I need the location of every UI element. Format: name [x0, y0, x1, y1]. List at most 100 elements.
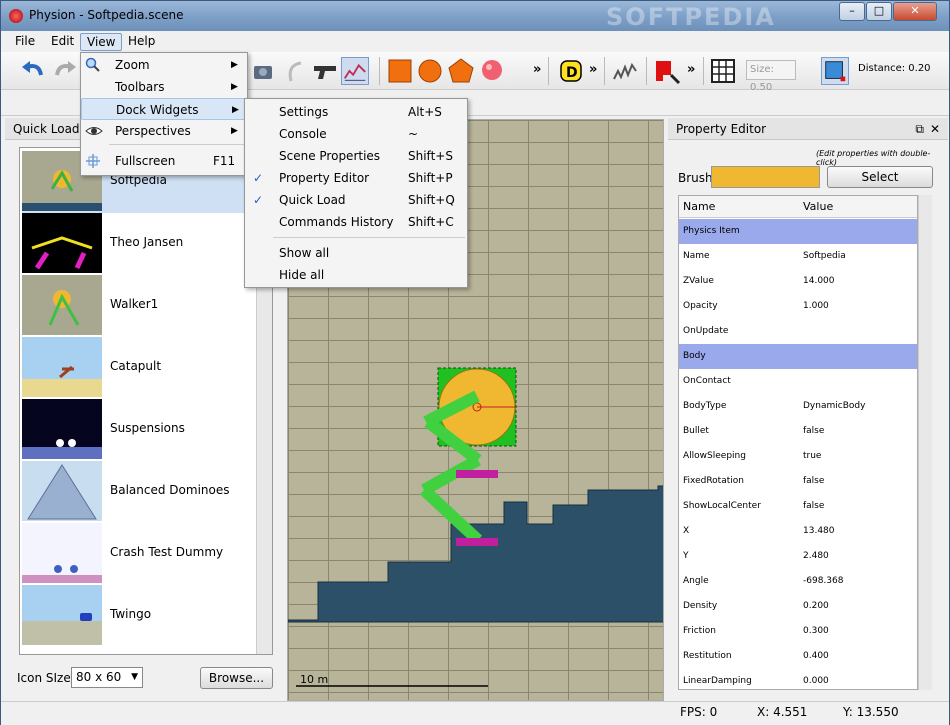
- property-row[interactable]: OnUpdate: [679, 319, 917, 344]
- property-row[interactable]: Opacity 1.000: [679, 294, 917, 319]
- minimize-button[interactable]: –: [839, 2, 865, 21]
- dock-menu-settings[interactable]: Settings Alt+S: [245, 101, 467, 123]
- rectangle-icon[interactable]: [386, 57, 414, 85]
- property-row[interactable]: Density 0.200: [679, 594, 917, 619]
- property-name: Name: [683, 251, 710, 261]
- icon-size-select[interactable]: 80 x 60 ▼: [71, 667, 143, 688]
- menu-help[interactable]: Help: [122, 33, 161, 49]
- property-row[interactable]: LinearDamping 0.000: [679, 669, 917, 689]
- property-row[interactable]: Angle -698.368: [679, 569, 917, 594]
- brush-swatch[interactable]: [711, 166, 820, 188]
- menu-file[interactable]: File: [9, 33, 41, 49]
- property-row[interactable]: OnContact: [679, 369, 917, 394]
- grid-icon[interactable]: [709, 57, 737, 85]
- list-item[interactable]: Twingo: [22, 585, 262, 647]
- dock-menu-commands-history[interactable]: Commands History Shift+C: [245, 211, 467, 233]
- spring-icon[interactable]: [611, 57, 639, 85]
- property-name: OnContact: [683, 376, 731, 386]
- close-icon[interactable]: ✕: [930, 118, 940, 140]
- browse-button[interactable]: Browse...: [200, 667, 273, 689]
- list-item[interactable]: Crash Test Dummy: [22, 523, 262, 585]
- column-name-header: Name: [683, 200, 716, 213]
- property-row[interactable]: BodyType DynamicBody: [679, 394, 917, 419]
- dock-menu-hide-all[interactable]: Hide all: [245, 264, 467, 286]
- edit-hint: (Edit properties with double-click): [816, 149, 931, 167]
- view-menu-toolbars[interactable]: Toolbars ▶: [81, 76, 247, 98]
- polygon-icon[interactable]: [447, 57, 475, 85]
- magnifier-icon: [85, 57, 100, 72]
- view-menu-zoom[interactable]: Zoom ▶: [81, 54, 247, 76]
- list-item[interactable]: Balanced Dominoes: [22, 461, 262, 523]
- view-menu-dock-widgets[interactable]: Dock Widgets ▶: [81, 98, 247, 120]
- list-item-label: Theo Jansen: [110, 235, 184, 249]
- dock-menu-console[interactable]: Console ~: [245, 123, 467, 145]
- distance-spinbox[interactable]: Distance: 0.20: [858, 60, 938, 80]
- circle-icon[interactable]: [416, 57, 444, 85]
- toolbar-more-2[interactable]: »: [589, 62, 597, 77]
- property-editor-title: Property Editor ⧉ ✕: [668, 118, 948, 140]
- toolbar-more-1[interactable]: »: [533, 62, 541, 77]
- ball-icon[interactable]: [478, 57, 506, 85]
- gun-icon[interactable]: [311, 57, 339, 85]
- undock-icon[interactable]: ⧉: [915, 118, 924, 140]
- view-menu-perspectives[interactable]: Perspectives ▶: [81, 120, 247, 142]
- property-row[interactable]: FixedRotation false: [679, 469, 917, 494]
- property-grid[interactable]: Name Value Physics Item Name Softpedia ZVal…: [678, 195, 918, 690]
- dock-menu-quick-load[interactable]: ✓ Quick Load Shift+Q: [245, 189, 467, 211]
- property-name: BodyType: [683, 401, 727, 411]
- list-item[interactable]: Walker1: [22, 275, 262, 337]
- chevron-down-icon: ▼: [131, 672, 138, 682]
- view-menu-fullscreen[interactable]: Fullscreen F11: [81, 150, 247, 172]
- property-row[interactable]: ShowLocalCenter false: [679, 494, 917, 519]
- property-group-header[interactable]: Physics Item: [679, 219, 917, 244]
- toolbar-more-3[interactable]: »: [687, 62, 695, 77]
- camera-icon[interactable]: [249, 57, 277, 85]
- property-name: Bullet: [683, 426, 709, 436]
- property-value: DynamicBody: [803, 401, 866, 411]
- dock-menu-show-all[interactable]: Show all: [245, 242, 467, 264]
- property-value: false: [803, 426, 825, 436]
- property-row[interactable]: Bullet false: [679, 419, 917, 444]
- list-item[interactable]: Theo Jansen: [22, 213, 262, 275]
- dock-menu-scene-properties[interactable]: Scene Properties Shift+S: [245, 145, 467, 167]
- property-name: ZValue: [683, 276, 714, 286]
- dock-menu-property-editor[interactable]: ✓ Property Editor Shift+P: [245, 167, 467, 189]
- list-item[interactable]: Catapult: [22, 337, 262, 399]
- property-row[interactable]: AllowSleeping true: [679, 444, 917, 469]
- undo-icon[interactable]: [19, 57, 47, 85]
- property-row[interactable]: Restitution 0.400: [679, 644, 917, 669]
- property-name: Physics Item: [683, 226, 740, 236]
- redo-icon[interactable]: [51, 57, 79, 85]
- select-button[interactable]: Select: [827, 166, 933, 188]
- fps-readout: FPS: 0: [680, 705, 718, 719]
- property-name: Friction: [683, 626, 716, 636]
- property-value: 1.000: [803, 301, 829, 311]
- property-value: 0.300: [803, 626, 829, 636]
- property-row[interactable]: Name Softpedia: [679, 244, 917, 269]
- property-value: 0.400: [803, 651, 829, 661]
- menu-view[interactable]: View: [80, 33, 123, 51]
- property-row[interactable]: Y 2.480: [679, 544, 917, 569]
- property-name: Body: [683, 351, 706, 361]
- property-scrollbar[interactable]: [918, 195, 932, 690]
- close-button[interactable]: ✕: [893, 2, 937, 21]
- property-row[interactable]: X 13.480: [679, 519, 917, 544]
- title-bar[interactable]: Physion - Softpedia.scene SOFTPEDIA – □ …: [1, 1, 949, 31]
- brush-fill-icon[interactable]: [653, 57, 681, 85]
- rope-icon[interactable]: [281, 57, 309, 85]
- graph-icon[interactable]: [341, 57, 369, 85]
- menu-bar: File Edit View Help: [1, 31, 949, 52]
- distance-joint-icon[interactable]: D: [557, 57, 585, 85]
- list-item[interactable]: Suspensions: [22, 399, 262, 461]
- maximize-button[interactable]: □: [866, 2, 892, 21]
- size-spinbox[interactable]: Size: 0.50: [746, 60, 796, 93]
- property-row[interactable]: Friction 0.300: [679, 619, 917, 644]
- property-name: FixedRotation: [683, 476, 744, 486]
- property-name: Angle: [683, 576, 709, 586]
- property-value: -698.368: [803, 576, 844, 586]
- snap-icon[interactable]: [821, 57, 849, 85]
- menu-edit[interactable]: Edit: [45, 33, 80, 49]
- quick-load-list[interactable]: Softpedia Theo Jansen Walker1 Catapult S…: [19, 147, 273, 655]
- property-group-header[interactable]: Body: [679, 344, 917, 369]
- property-row[interactable]: ZValue 14.000: [679, 269, 917, 294]
